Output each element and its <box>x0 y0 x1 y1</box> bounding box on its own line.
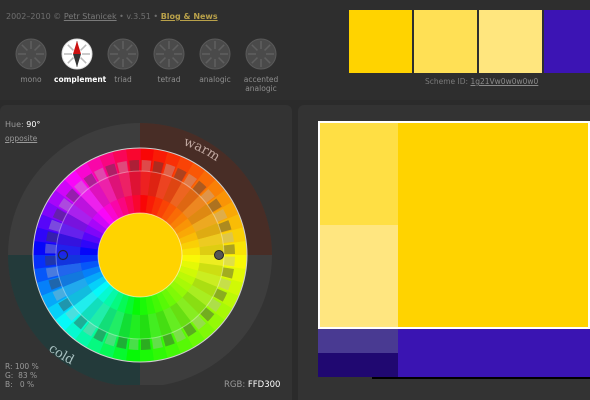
red-value: R: 100 % <box>5 362 39 371</box>
mode-label: triad <box>114 75 132 84</box>
preview-complement[interactable] <box>398 329 590 377</box>
analogic-knob-icon <box>199 38 231 70</box>
selected-color-center <box>97 212 183 298</box>
mono-knob-icon <box>15 38 47 70</box>
mode-label: tetrad <box>157 75 181 84</box>
swatch-pale[interactable] <box>479 10 542 73</box>
mode-analogic[interactable]: analogic <box>192 38 238 84</box>
color-wheel[interactable]: warm cold <box>8 115 280 385</box>
hue-readout: Hue: 90° <box>5 120 40 129</box>
author-link[interactable]: Petr Stanicek <box>64 12 117 21</box>
preview-primary-light[interactable] <box>318 121 398 225</box>
version-text: • v.3.51 • <box>119 12 159 21</box>
mode-complement[interactable]: complement <box>54 38 107 84</box>
preview-primary-pale[interactable] <box>318 225 398 329</box>
blog-link[interactable]: Blog & News <box>161 12 218 21</box>
rgb-label: RGB: <box>224 380 246 390</box>
hue-label: Hue: <box>5 120 24 129</box>
blue-value: B: 0 % <box>5 380 35 389</box>
credits: 2002–2010 © Petr Stanicek • v.3.51 • Blo… <box>6 12 218 21</box>
rgb-percentages: R: 100 % G: 83 % B: 0 % <box>5 362 39 389</box>
scheme-id-link[interactable]: 1g21Vw0w0w0w0 <box>470 77 538 86</box>
mode-label: complement <box>54 75 107 84</box>
accented-analogic-knob-icon <box>245 38 277 70</box>
swatch-complement[interactable] <box>544 10 590 73</box>
preview-complement-pale[interactable] <box>318 329 398 353</box>
complement-knob-icon <box>61 38 93 70</box>
palette-swatches <box>349 10 590 73</box>
preview-primary[interactable] <box>398 121 590 329</box>
green-value: G: 83 % <box>5 371 38 380</box>
triad-knob-icon <box>107 38 139 70</box>
primary-hue-marker[interactable] <box>214 250 224 260</box>
mode-label: analogic <box>199 75 231 84</box>
mode-tetrad[interactable]: tetrad <box>146 38 192 84</box>
top-bar: 2002–2010 © Petr Stanicek • v.3.51 • Blo… <box>0 0 590 100</box>
copyright-years: 2002–2010 © <box>6 12 62 21</box>
mode-accented-analogic[interactable]: accented analogic <box>238 38 284 93</box>
mode-mono[interactable]: mono <box>8 38 54 84</box>
mode-label: accented analogic <box>243 75 279 93</box>
rgb-hex-value: FFD300 <box>247 380 281 390</box>
mode-triad[interactable]: triad <box>100 38 146 84</box>
swatch-primary[interactable] <box>349 10 412 73</box>
opposite-link[interactable]: opposite <box>5 134 37 143</box>
preview-complement-dark[interactable] <box>318 353 398 377</box>
scheme-id: Scheme ID: 1g21Vw0w0w0w0 <box>425 77 538 86</box>
swatch-light[interactable] <box>414 10 477 73</box>
rgb-hex-readout: RGB: FFD300 <box>224 380 280 390</box>
mode-label: mono <box>20 75 42 84</box>
hue-value: 90° <box>26 120 41 129</box>
tetrad-knob-icon <box>153 38 185 70</box>
scheme-mode-selector: mono complement triad tetrad analogic ac… <box>8 38 298 98</box>
scheme-preview <box>318 121 590 379</box>
scheme-id-label: Scheme ID: <box>425 77 469 86</box>
